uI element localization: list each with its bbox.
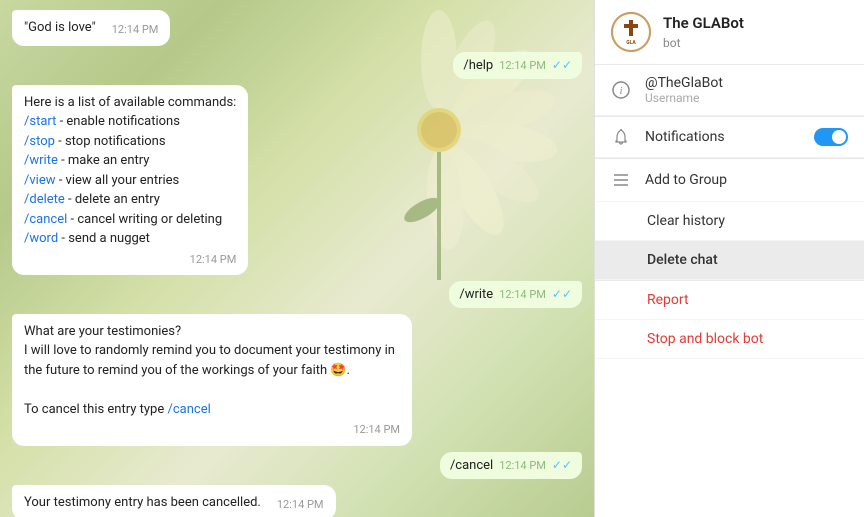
- bot-info: The GLABot bot: [663, 14, 744, 51]
- message-cancelled: Your testimony entry has been cancelled.…: [12, 485, 336, 517]
- message-commands: Here is a list of available commands: /s…: [12, 85, 248, 275]
- msg-time: 12:14 PM: [499, 459, 546, 472]
- message-help: /help 12:14 PM ✓✓: [453, 52, 582, 79]
- msg-time: 12:14 PM: [353, 422, 400, 437]
- msg-text: /cancel: [450, 458, 493, 473]
- notifications-label: Notifications: [645, 129, 800, 145]
- message-god-is-love: "God is love" 12:14 PM: [12, 10, 170, 46]
- messages-container: "God is love" 12:14 PM /help 12:14 PM ✓✓…: [0, 0, 594, 517]
- message-write: /write 12:14 PM ✓✓: [449, 281, 582, 308]
- msg-time: 12:14 PM: [277, 497, 324, 512]
- msg-time: 12:14 PM: [499, 59, 546, 72]
- cmd-start: /start: [24, 114, 56, 129]
- svg-text:i: i: [620, 86, 623, 97]
- message-testimonies: What are your testimonies? I will love t…: [12, 314, 412, 446]
- message-cancel-row: /cancel 12:14 PM ✓✓: [12, 452, 582, 479]
- msg-text: What are your testimonies? I will love t…: [24, 322, 400, 420]
- message-write-row: /write 12:14 PM ✓✓: [12, 281, 582, 308]
- panel-header: GLA The GLABot bot: [595, 0, 864, 65]
- msg-text: /help: [463, 58, 493, 73]
- list-icon: [611, 170, 631, 190]
- username-section: i @TheGlaBot Username: [595, 65, 864, 116]
- clear-history-label: Clear history: [647, 213, 725, 229]
- delete-chat-item[interactable]: Delete chat: [595, 241, 864, 280]
- bot-logo: GLA: [611, 12, 651, 52]
- bell-icon: [611, 127, 631, 147]
- info-icon: i: [611, 80, 631, 100]
- msg-text: Here is a list of available commands: /s…: [24, 93, 236, 249]
- report-item[interactable]: Report: [595, 281, 864, 320]
- stop-block-label: Stop and block bot: [647, 331, 763, 347]
- message-cancel: /cancel 12:14 PM ✓✓: [440, 452, 582, 479]
- cmd-cancel-inline: /cancel: [167, 402, 210, 417]
- chat-area: "God is love" 12:14 PM /help 12:14 PM ✓✓…: [0, 0, 594, 517]
- svg-text:GLA: GLA: [626, 40, 636, 46]
- double-check-icon: ✓✓: [552, 58, 572, 72]
- cmd-write: /write: [24, 153, 58, 168]
- username-value: @TheGlaBot: [645, 75, 723, 91]
- logo-svg: GLA: [611, 12, 651, 52]
- message-help-row: /help 12:14 PM ✓✓: [12, 52, 582, 79]
- msg-text: /write: [459, 287, 493, 302]
- double-check-icon: ✓✓: [552, 287, 572, 301]
- cmd-delete: /delete: [24, 192, 65, 207]
- stop-block-item[interactable]: Stop and block bot: [595, 320, 864, 359]
- delete-chat-label: Delete chat: [647, 252, 718, 268]
- cmd-stop: /stop: [24, 134, 55, 149]
- add-to-group-item[interactable]: Add to Group: [595, 159, 864, 202]
- notifications-section[interactable]: Notifications: [595, 117, 864, 158]
- msg-time: 12:14 PM: [190, 252, 237, 267]
- msg-time: 12:14 PM: [499, 288, 546, 301]
- msg-time: 12:14 PM: [112, 22, 159, 37]
- report-label: Report: [647, 292, 689, 308]
- cmd-cancel: /cancel: [24, 212, 67, 227]
- add-to-group-label: Add to Group: [645, 172, 727, 188]
- right-panel: GLA The GLABot bot i @TheGlaBot Username: [594, 0, 864, 517]
- double-check-icon: ✓✓: [552, 458, 572, 472]
- msg-text: "God is love": [24, 18, 96, 38]
- clear-history-item[interactable]: Clear history: [595, 202, 864, 241]
- cmd-word: /word: [24, 231, 58, 246]
- cmd-view: /view: [24, 173, 55, 188]
- bot-name: The GLABot: [663, 14, 744, 32]
- bot-tag: bot: [663, 36, 681, 50]
- notifications-toggle[interactable]: [814, 128, 848, 146]
- msg-text: Your testimony entry has been cancelled.: [24, 493, 261, 513]
- username-info: @TheGlaBot Username: [645, 75, 723, 105]
- username-label: Username: [645, 91, 723, 105]
